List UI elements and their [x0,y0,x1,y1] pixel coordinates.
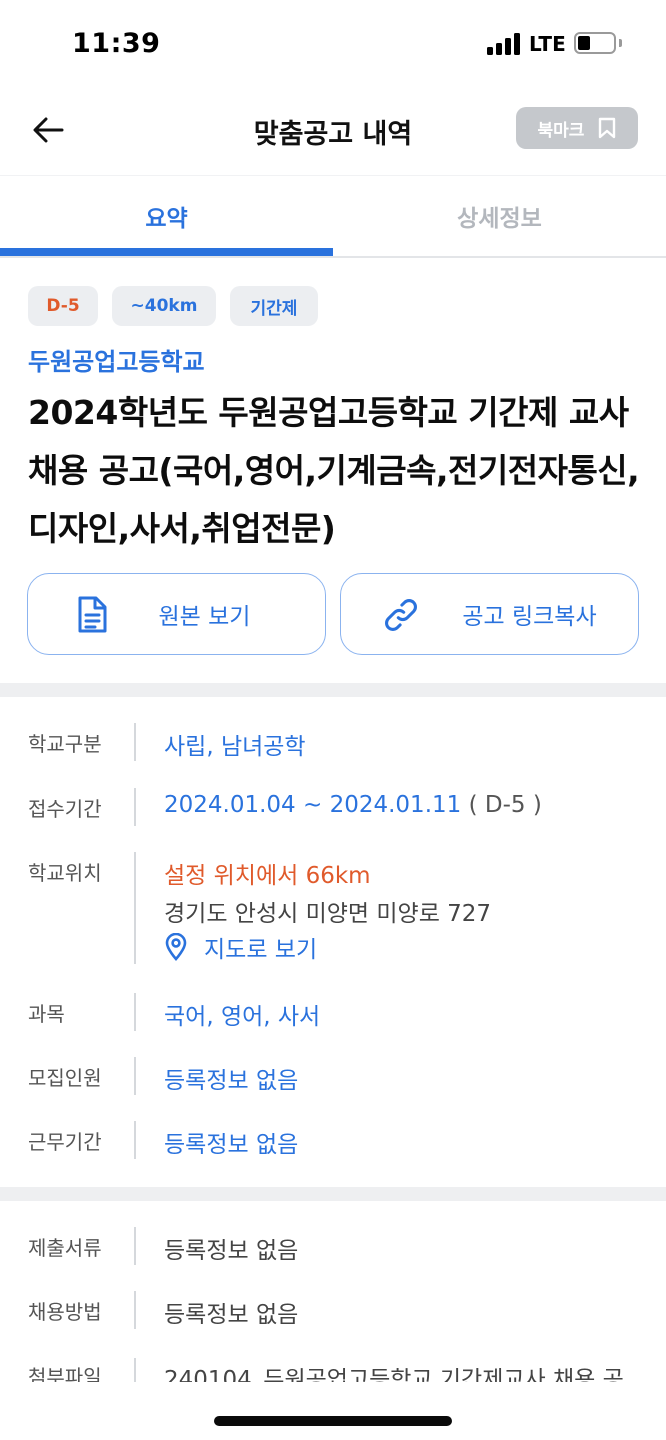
info-label: 제출서류 [28,1236,102,1260]
app-header: 맞춤공고 내역 북마크 [0,90,666,174]
info-row-attachment: 첨부파일 240104_두원공업고등학교 기간제교사 채용 공 [0,1358,666,1382]
battery-icon [574,32,616,54]
info-separator [134,1291,136,1329]
info-separator [134,1121,136,1159]
info-label: 학교구분 [28,732,102,756]
location-distance: 설정 위치에서 66km [164,863,371,889]
work-period-value: 등록정보 없음 [164,1132,299,1158]
network-label: LTE [529,32,566,56]
bookmark-icon [599,117,616,139]
view-original-label: 원본 보기 [158,604,251,630]
tab-summary[interactable]: 요약 [0,176,333,256]
info-separator [134,788,136,826]
tab-details[interactable]: 상세정보 [333,176,666,256]
info-label: 채용방법 [28,1300,102,1324]
status-time: 11:39 [72,28,161,59]
info-separator [134,1227,136,1265]
battery-cap [619,39,622,47]
info-separator [134,1057,136,1095]
section-divider [0,683,666,697]
documents-value: 등록정보 없음 [164,1238,299,1264]
employment-type-chip: 기간제 [230,286,318,326]
dday-chip: D-5 [28,286,98,326]
info-label: 과목 [28,1002,65,1026]
map-link-label: 지도로 보기 [204,937,318,963]
period-value: 2024.01.04 ~ 2024.01.11 ( D-5 ) [164,792,542,818]
tab-bar: 요약 상세정보 [0,176,666,258]
status-bar: 11:39 LTE [0,0,666,90]
tag-chips: D-5 ~40km 기간제 [28,286,318,326]
school-type-value: 사립, 남녀공학 [164,734,306,760]
info-label: 모집인원 [28,1066,102,1090]
attachment-link[interactable]: 240104_두원공업고등학교 기간제교사 채용 공 [164,1360,624,1382]
map-link[interactable]: 지도로 보기 [164,930,317,964]
info-label: 근무기간 [28,1130,102,1154]
period-dday: ( D-5 ) [468,792,542,818]
copy-link-label: 공고 링크복사 [462,604,597,630]
recruits-value: 등록정보 없음 [164,1068,299,1094]
bookmark-label: 북마크 [537,120,585,141]
method-value: 등록정보 없음 [164,1302,299,1328]
subject-value: 국어, 영어, 사서 [164,1004,321,1030]
location-pin-icon [165,933,187,961]
active-tab-indicator [0,248,333,256]
info-label: 첨부파일 [28,1365,102,1382]
view-original-button[interactable]: 원본 보기 [27,573,326,655]
info-label: 접수기간 [28,797,102,821]
posting-title: 2024학년도 두원공업고등학교 기간제 교사 채용 공고(국어,영어,기계금속… [28,393,640,548]
info-separator [134,1358,136,1382]
info-separator [134,723,136,761]
copy-link-button[interactable]: 공고 링크복사 [340,573,639,655]
info-separator [134,993,136,1031]
bookmark-button[interactable]: 북마크 [516,107,638,149]
home-indicator [214,1416,452,1426]
info-label: 학교위치 [28,861,102,885]
school-name: 두원공업고등학교 [28,348,205,376]
info-separator [134,852,136,964]
distance-chip: ~40km [112,286,216,326]
location-address: 경기도 안성시 미양면 미양로 727 [164,901,492,927]
signal-icon [487,33,521,55]
period-range: 2024.01.04 ~ 2024.01.11 [164,792,462,818]
section-divider [0,1187,666,1201]
